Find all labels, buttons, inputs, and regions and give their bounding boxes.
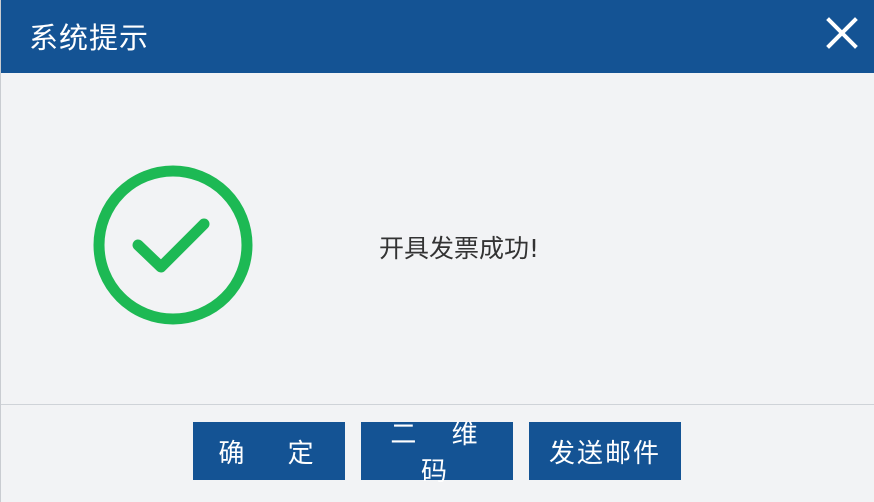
dialog-footer: 确 定 二 维 码 发送邮件	[1, 405, 874, 502]
dialog-title: 系统提示	[29, 21, 150, 55]
success-message: 开具发票成功!	[379, 234, 540, 263]
close-button[interactable]	[823, 14, 861, 52]
success-check-icon	[91, 163, 255, 327]
dialog-titlebar: 系统提示	[1, 0, 874, 73]
qrcode-button[interactable]: 二 维 码	[361, 419, 513, 486]
confirm-button[interactable]: 确 定	[193, 422, 345, 480]
send-email-button[interactable]: 发送邮件	[529, 422, 681, 480]
system-prompt-dialog: 系统提示 开具发票成功! 确 定 二 维 码 发送邮件	[0, 0, 874, 502]
close-icon	[826, 17, 858, 49]
dialog-content: 开具发票成功!	[1, 73, 874, 404]
